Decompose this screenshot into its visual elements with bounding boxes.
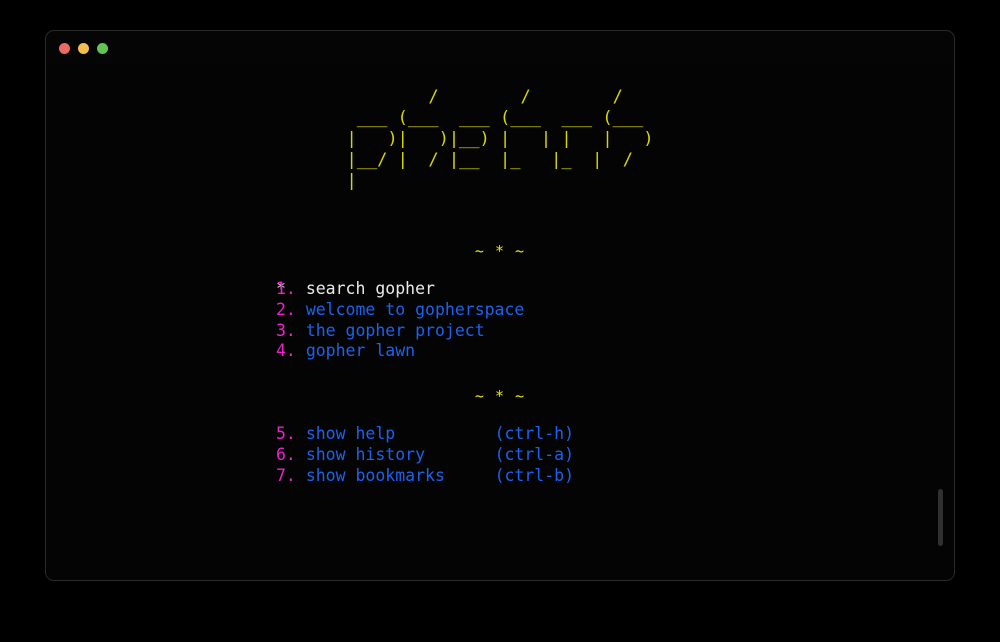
primary-menu-list: *1. search gopher 2. welcome to gophersp… — [46, 279, 954, 362]
selection-cursor — [46, 341, 276, 362]
menu-item-3[interactable]: 3. the gopher project — [46, 321, 954, 342]
menu-item-shortcut: (ctrl-b) — [494, 465, 575, 485]
menu-item-5[interactable]: 5. show help (ctrl-h) — [46, 424, 954, 445]
menu-item-label: search gopher — [305, 279, 435, 298]
menu-item-1[interactable]: *1. search gopher — [46, 279, 954, 300]
separator-bottom: ~ * ~ — [474, 387, 526, 405]
menu-item-label: show bookmarks — [305, 465, 495, 485]
ascii-art-text: / / / ___ (___ ___ (___ ___ (___ | )| )|… — [346, 87, 654, 191]
selection-cursor — [46, 445, 276, 466]
scrollbar-thumb[interactable] — [938, 489, 943, 546]
window-titlebar — [46, 31, 954, 65]
menu-item-number: 6. — [276, 444, 306, 464]
menu-item-shortcut: (ctrl-a) — [494, 444, 575, 464]
terminal-content: / / / ___ (___ ___ (___ ___ (___ | )| )|… — [46, 65, 954, 580]
selection-cursor — [46, 424, 276, 445]
menu-item-label: show history — [305, 444, 495, 464]
menu-item-label: the gopher project — [305, 320, 485, 340]
minimize-window-button[interactable] — [78, 42, 89, 54]
selection-cursor — [46, 300, 276, 321]
menu-item-4[interactable]: 4. gopher lawn — [46, 341, 954, 362]
selection-cursor — [46, 466, 276, 487]
menu-item-label: show help — [305, 424, 495, 443]
secondary-menu-list: 5. show help (ctrl-h) 6. show history (c… — [46, 424, 954, 486]
menu-item-7[interactable]: 7. show bookmarks (ctrl-b) — [46, 466, 954, 487]
menu-item-2[interactable]: 2. welcome to gopherspace — [46, 300, 954, 321]
menu-item-number: 4. — [276, 341, 306, 361]
selection-cursor: * — [276, 279, 286, 298]
menu-item-label: welcome to gopherspace — [305, 299, 525, 319]
terminal-window: / / / ___ (___ ___ (___ ___ (___ | )| )|… — [45, 30, 955, 581]
close-window-button[interactable] — [59, 42, 70, 54]
menu-item-number: 1. — [276, 279, 306, 298]
menu-item-number: 3. — [276, 320, 306, 340]
menu-item-6[interactable]: 6. show history (ctrl-a) — [46, 445, 954, 466]
menu-item-shortcut: (ctrl-h) — [494, 424, 575, 443]
menu-item-number: 2. — [276, 299, 306, 319]
menu-item-label: gopher lawn — [305, 341, 416, 361]
phetch-ascii-logo: / / / ___ (___ ___ (___ ___ (___ | )| )|… — [46, 87, 954, 192]
menu-item-number: 5. — [276, 424, 306, 443]
selection-cursor — [46, 321, 276, 342]
menu-item-number: 7. — [276, 465, 306, 485]
maximize-window-button[interactable] — [97, 42, 108, 54]
separator-top: ~ * ~ — [474, 242, 526, 260]
